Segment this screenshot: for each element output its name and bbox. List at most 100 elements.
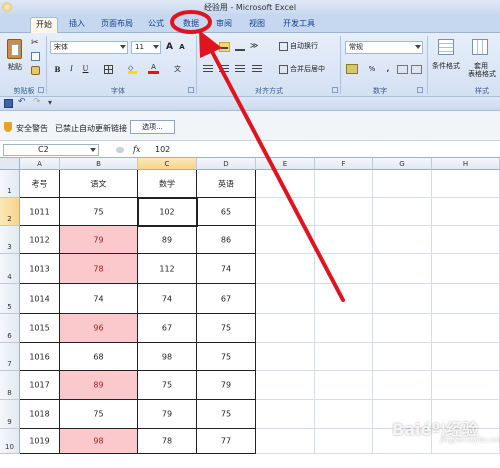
table-cell[interactable]: 1018 [20,400,60,429]
bold-button[interactable]: B [52,63,63,76]
wrap-text-icon[interactable] [279,42,288,51]
table-header-cell[interactable]: 英语 [197,170,256,198]
undo-icon[interactable]: ↶ [18,97,26,107]
merge-center-button[interactable]: 合并后居中 [290,63,336,76]
orientation-icon[interactable]: ≫ [250,41,258,50]
table-cell[interactable]: 75 [197,400,256,429]
cell-empty[interactable] [432,226,500,254]
merge-center-icon[interactable] [279,65,288,74]
column-header-d[interactable]: D [197,158,256,170]
cell-empty[interactable] [315,400,373,429]
table-cell[interactable]: 89 [138,226,197,254]
table-cell[interactable]: 1013 [20,254,60,284]
decrease-decimal-icon[interactable] [411,65,422,74]
grow-font-button[interactable]: A [164,41,175,54]
cell-empty[interactable] [256,198,315,226]
cell-empty[interactable] [256,170,315,198]
table-cell[interactable]: 75 [138,371,197,400]
table-header-cell[interactable]: 考号 [20,170,60,198]
table-cell[interactable]: 74 [138,284,197,314]
cell-empty[interactable] [256,284,315,314]
customize-qat-icon[interactable]: ▾ [48,98,52,107]
table-header-cell[interactable]: 语文 [60,170,138,198]
tab-formulas[interactable]: 公式 [143,17,169,33]
column-header-g[interactable]: G [373,158,432,170]
font-size-combo[interactable]: 11 [131,41,161,54]
cell-empty[interactable] [256,343,315,371]
table-cell[interactable]: 79 [197,371,256,400]
wrap-text-button[interactable]: 自动换行 [290,40,330,53]
align-top-icon[interactable] [203,43,213,51]
tab-page-layout[interactable]: 页面布局 [97,17,137,33]
redo-icon[interactable]: ↷ [33,97,41,107]
alignment-dialog-launcher[interactable] [332,87,338,93]
cell-empty[interactable] [432,343,500,371]
tab-developer[interactable]: 开发工具 [278,17,320,33]
copy-icon[interactable] [31,52,40,61]
paste-button[interactable]: 粘贴 [4,37,26,81]
column-header-f[interactable]: F [315,158,373,170]
office-button[interactable] [2,2,12,12]
table-cell[interactable]: 67 [138,314,197,343]
table-cell[interactable]: 78 [60,254,138,284]
table-cell[interactable]: 1019 [20,429,60,454]
number-dialog-launcher[interactable] [417,87,423,93]
table-cell[interactable]: 74 [60,284,138,314]
tab-data[interactable]: 数据 [178,17,204,33]
row-header-8[interactable]: 8 [0,371,20,400]
table-cell[interactable]: 89 [60,371,138,400]
cell-empty[interactable] [256,400,315,429]
cell-empty[interactable] [432,314,500,343]
formula-input[interactable]: 102 [155,145,170,154]
cell-empty[interactable] [373,343,432,371]
tab-home[interactable]: 开始 [30,17,58,33]
table-cell[interactable]: 65 [197,198,256,226]
align-bottom-icon[interactable] [235,43,245,51]
cell-empty[interactable] [432,198,500,226]
row-header-1[interactable]: 1 [0,170,20,198]
cell-empty[interactable] [373,371,432,400]
percent-button[interactable]: % [367,63,377,76]
table-cell[interactable]: 77 [197,429,256,454]
table-cell[interactable]: 1011 [20,198,60,226]
tab-review[interactable]: 审阅 [211,17,237,33]
select-all-corner[interactable] [0,158,20,170]
row-header-2[interactable]: 2 [0,198,20,226]
cell-empty[interactable] [256,371,315,400]
cell-empty[interactable] [315,314,373,343]
name-box-dropdown-icon[interactable] [90,148,96,152]
table-cell[interactable]: 96 [60,314,138,343]
cell-empty[interactable] [373,170,432,198]
tab-view[interactable]: 视图 [244,17,270,33]
formula-bar-expand-icon[interactable] [116,147,124,153]
indent-icon[interactable] [252,65,262,74]
column-header-c[interactable]: C [138,158,197,170]
italic-button[interactable]: I [66,63,77,76]
increase-decimal-icon[interactable] [397,65,408,74]
table-cell[interactable]: 75 [197,343,256,371]
cell-empty[interactable] [315,226,373,254]
align-center-icon[interactable] [219,65,229,74]
shrink-font-button[interactable]: A [177,41,187,54]
table-cell[interactable]: 79 [138,400,197,429]
conditional-format-button[interactable]: 条件格式 [431,37,461,81]
cell-empty[interactable] [432,284,500,314]
cell-empty[interactable] [256,226,315,254]
name-box[interactable]: C2 [3,144,99,156]
cell-empty[interactable] [256,254,315,284]
table-cell[interactable]: 1017 [20,371,60,400]
cell-empty[interactable] [315,429,373,454]
table-header-cell[interactable]: 数学 [138,170,197,198]
phonetic-button[interactable]: 文 [172,63,183,76]
table-cell[interactable]: 79 [60,226,138,254]
cell-empty[interactable] [373,254,432,284]
row-header-10[interactable]: 10 [0,429,20,454]
row-header-6[interactable]: 6 [0,314,20,343]
underline-button[interactable]: U [80,63,91,76]
table-cell[interactable]: 1015 [20,314,60,343]
border-icon[interactable] [104,65,113,74]
cell-empty[interactable] [432,170,500,198]
font-dialog-launcher[interactable] [188,87,194,93]
cell-empty[interactable] [432,254,500,284]
table-cell[interactable]: 1014 [20,284,60,314]
